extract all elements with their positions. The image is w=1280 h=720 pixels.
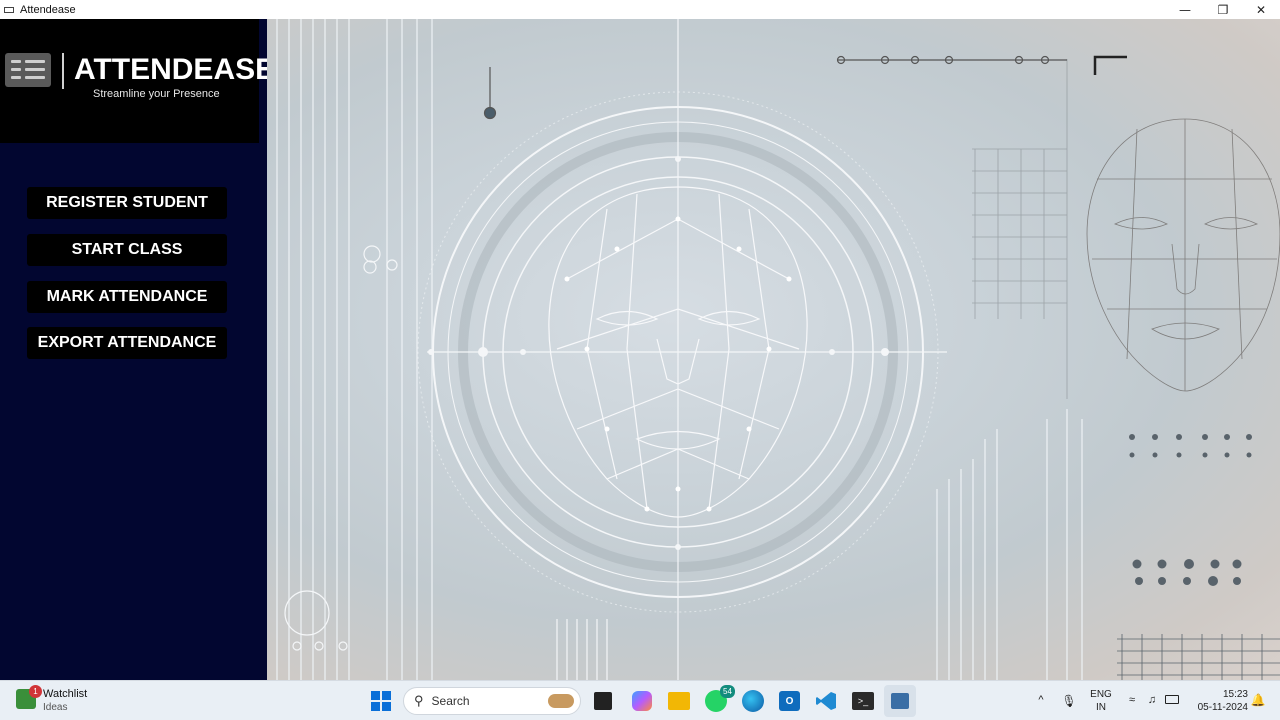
- search-icon: ⚲: [414, 693, 424, 708]
- clock-time: 15:23: [1222, 689, 1248, 700]
- outlook-icon[interactable]: O: [779, 691, 800, 711]
- python-app-icon: [891, 693, 909, 709]
- logo-panel: ATTENDEASE Streamline your Presence: [0, 19, 275, 143]
- logo-title: ATTENDEASE: [74, 53, 276, 86]
- maximize-button[interactable]: ❐: [1204, 0, 1242, 19]
- clock-date: 05-11-2024: [1197, 702, 1248, 713]
- battery-icon[interactable]: [1165, 695, 1179, 704]
- face-recognition-illustration: [267, 19, 1280, 680]
- chevron-up-icon[interactable]: ^: [1034, 693, 1048, 707]
- search-highlight-icon: [548, 694, 574, 708]
- notification-bell-icon[interactable]: 🔔: [1251, 693, 1266, 707]
- whatsapp-icon[interactable]: 54: [705, 685, 735, 712]
- copilot-icon[interactable]: [632, 691, 652, 711]
- volume-icon[interactable]: ♫: [1145, 693, 1159, 707]
- taskbar-search[interactable]: ⚲ Search: [403, 687, 581, 715]
- widget-subtitle: Ideas: [43, 702, 68, 713]
- search-placeholder: Search: [431, 694, 470, 708]
- export-attendance-button[interactable]: EXPORT ATTENDANCE: [27, 327, 227, 359]
- title-bar: Attendease — ❐ ✕: [0, 0, 1280, 19]
- logo-tagline: Streamline your Presence: [93, 88, 220, 100]
- face-scan-graphic: [276, 19, 1280, 680]
- vscode-icon[interactable]: [815, 690, 837, 712]
- file-explorer-icon[interactable]: [668, 692, 690, 710]
- language-code: ENG: [1090, 689, 1112, 700]
- close-button[interactable]: ✕: [1242, 0, 1280, 19]
- language-indicator[interactable]: ENG IN: [1088, 688, 1114, 714]
- widget-title[interactable]: Watchlist: [43, 688, 87, 700]
- microphone-icon[interactable]: 🎙: [1061, 693, 1076, 709]
- attendance-list-icon: [5, 53, 51, 87]
- wifi-icon[interactable]: ≈: [1125, 693, 1139, 707]
- watchlist-widget-icon[interactable]: 1: [16, 685, 42, 709]
- start-class-button[interactable]: START CLASS: [27, 234, 227, 266]
- region-code: IN: [1096, 702, 1106, 713]
- app-icon: [4, 6, 14, 13]
- logo-divider: [62, 53, 64, 89]
- windows-start-icon[interactable]: [370, 690, 392, 712]
- terminal-icon[interactable]: >_: [852, 692, 874, 710]
- edge-browser-icon[interactable]: [742, 690, 764, 712]
- task-view-icon[interactable]: [594, 692, 612, 710]
- register-student-button[interactable]: REGISTER STUDENT: [27, 187, 227, 219]
- clock[interactable]: 15:23 05-11-2024: [1188, 688, 1248, 714]
- window-title: Attendease: [20, 3, 76, 16]
- taskbar: 1 Watchlist Ideas ⚲ Search 54 O >_ ^ 🎙 E…: [0, 680, 1280, 720]
- widget-badge: 1: [29, 685, 42, 698]
- mark-attendance-button[interactable]: MARK ATTENDANCE: [27, 281, 227, 313]
- sidebar: ATTENDEASE Streamline your Presence REGI…: [0, 19, 275, 680]
- minimize-button[interactable]: —: [1166, 0, 1204, 19]
- attendease-taskbar-item[interactable]: [884, 685, 916, 717]
- whatsapp-badge: 54: [720, 685, 735, 698]
